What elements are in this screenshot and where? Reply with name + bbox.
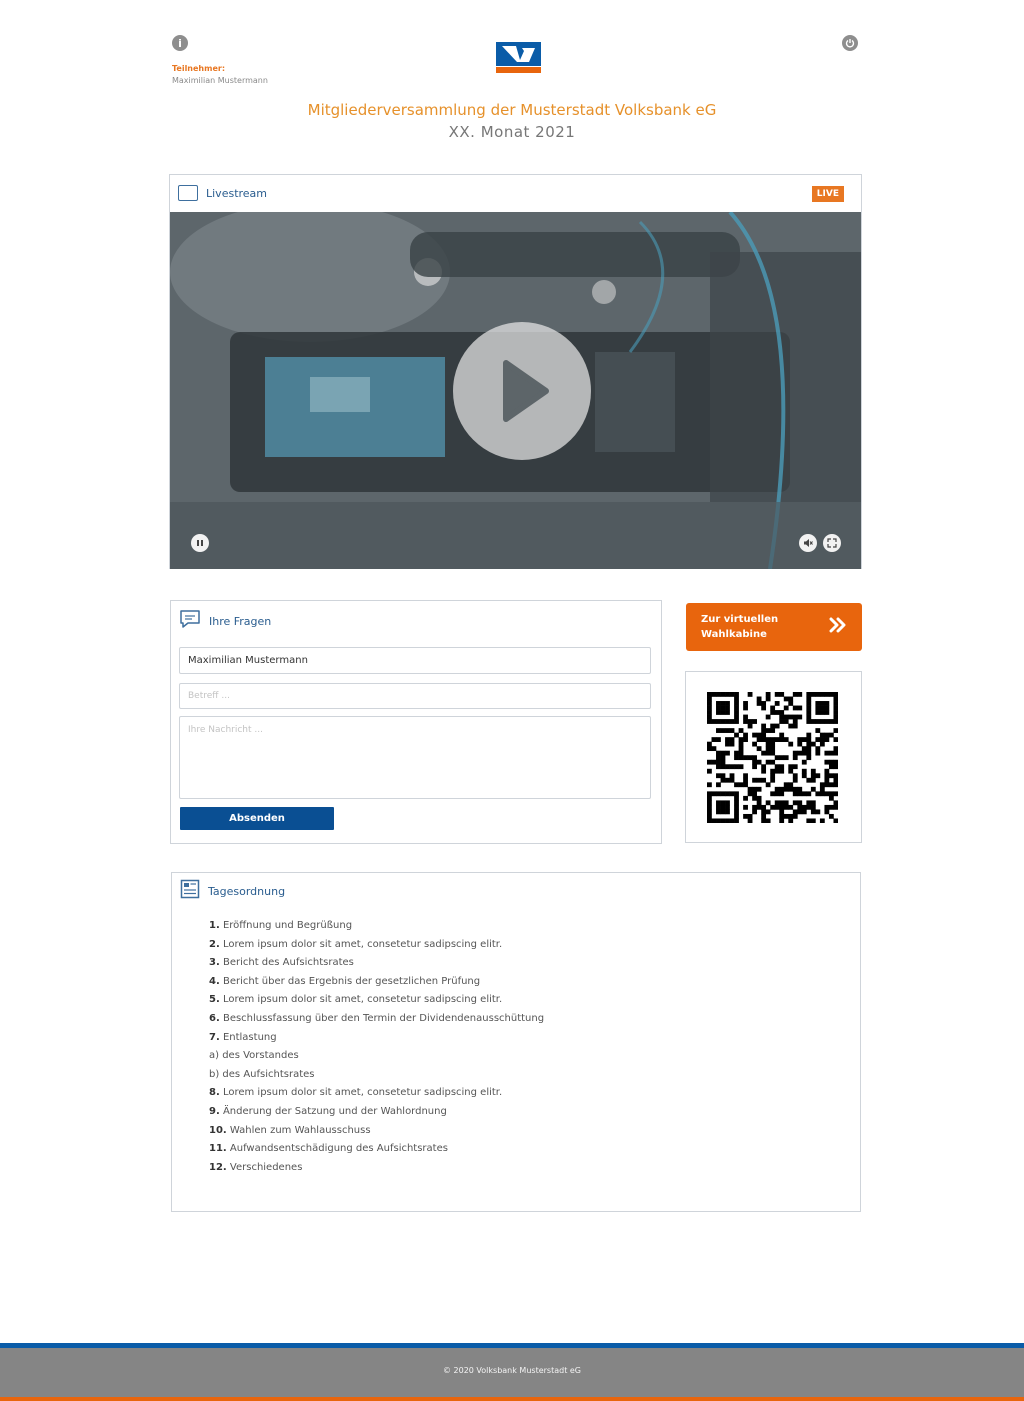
livestream-header: Livestream bbox=[170, 175, 861, 211]
questions-panel: Ihre Fragen Maximilian Mustermann Betref… bbox=[170, 600, 662, 844]
questions-header: Ihre Fragen bbox=[171, 601, 661, 641]
subject-placeholder: Betreff ... bbox=[188, 691, 230, 701]
mute-button[interactable] bbox=[799, 534, 817, 552]
video-player[interactable] bbox=[170, 212, 861, 569]
chat-bubble-icon bbox=[179, 609, 201, 633]
livestream-title: Livestream bbox=[206, 186, 268, 200]
message-field[interactable]: Ihre Nachricht ... bbox=[179, 716, 651, 799]
live-badge: LIVE bbox=[811, 186, 845, 202]
agenda-item: 12. Verschiedenes bbox=[209, 1161, 303, 1173]
agenda-item: 4. Bericht über das Ergebnis der gesetzl… bbox=[209, 975, 481, 987]
voting-booth-label-line1: Zur virtuellen bbox=[701, 614, 779, 625]
pause-button[interactable] bbox=[191, 534, 209, 552]
footer: © 2020 Volksbank Musterstadt eG bbox=[0, 1348, 1024, 1397]
play-icon bbox=[503, 360, 549, 422]
voting-booth-label: Zur virtuellen Wahlkabine bbox=[701, 612, 778, 642]
subject-field[interactable]: Betreff ... bbox=[179, 683, 651, 709]
footer-orange-stripe bbox=[0, 1397, 1024, 1401]
qr-code bbox=[707, 692, 839, 827]
message-placeholder: Ihre Nachricht ... bbox=[188, 725, 263, 735]
bank-logo bbox=[496, 42, 541, 73]
double-chevron-right-icon bbox=[829, 617, 847, 638]
agenda-item: 3. Bericht des Aufsichtsrates bbox=[209, 957, 354, 969]
agenda-subitem: a) des Vorstandes bbox=[209, 1050, 299, 1062]
agenda-header: Tagesordnung bbox=[172, 873, 860, 909]
agenda-list: 1. Eröffnung und Begrüßung 2. Lorem ipsu… bbox=[209, 917, 829, 1177]
agenda-item: 10. Wahlen zum Wahlausschuss bbox=[209, 1124, 371, 1136]
voting-booth-label-line2: Wahlkabine bbox=[701, 629, 767, 640]
document-list-icon bbox=[180, 879, 200, 903]
livestream-panel: Livestream LIVE bbox=[169, 174, 862, 569]
submit-button[interactable]: Absenden bbox=[180, 807, 334, 830]
agenda-item: 6. Beschlussfassung über den Termin der … bbox=[209, 1012, 545, 1024]
agenda-item: 9. Änderung der Satzung und der Wahlordn… bbox=[209, 1105, 447, 1117]
name-field-value: Maximilian Mustermann bbox=[188, 655, 308, 666]
fullscreen-button[interactable] bbox=[823, 534, 841, 552]
questions-title: Ihre Fragen bbox=[209, 614, 272, 628]
info-icon[interactable]: i bbox=[172, 35, 188, 51]
page-date: XX. Monat 2021 bbox=[448, 123, 576, 141]
agenda-title: Tagesordnung bbox=[208, 884, 286, 898]
agenda-subitem: b) des Aufsichtsrates bbox=[209, 1068, 315, 1080]
agenda-item: 1. Eröffnung und Begrüßung bbox=[209, 920, 353, 931]
participant-name: Maximilian Mustermann bbox=[172, 76, 268, 85]
play-button[interactable] bbox=[453, 322, 591, 460]
agenda-item: 8. Lorem ipsum dolor sit amet, consetetu… bbox=[209, 1087, 503, 1099]
pause-icon bbox=[197, 540, 203, 546]
speaker-muted-icon bbox=[804, 539, 813, 547]
agenda-item: 7. Entlastung bbox=[209, 1031, 277, 1043]
virtual-voting-booth-button[interactable]: Zur virtuellen Wahlkabine bbox=[686, 603, 862, 651]
power-icon[interactable] bbox=[842, 35, 858, 51]
agenda-item: 2. Lorem ipsum dolor sit amet, consetetu… bbox=[209, 938, 503, 950]
monitor-icon bbox=[178, 185, 198, 201]
qr-code-panel bbox=[685, 671, 862, 843]
copyright-text: © 2020 Volksbank Musterstadt eG bbox=[442, 1366, 581, 1375]
name-field[interactable]: Maximilian Mustermann bbox=[179, 647, 651, 674]
fullscreen-icon bbox=[827, 538, 837, 548]
agenda-item: 11. Aufwandsentschädigung des Aufsichtsr… bbox=[209, 1143, 448, 1155]
agenda-panel: Tagesordnung 1. Eröffnung und Begrüßung … bbox=[171, 872, 861, 1212]
page-title: Mitgliederversammlung der Musterstadt Vo… bbox=[307, 101, 717, 119]
agenda-item: 5. Lorem ipsum dolor sit amet, consetetu… bbox=[209, 994, 503, 1006]
participant-label: Teilnehmer: bbox=[172, 64, 226, 73]
